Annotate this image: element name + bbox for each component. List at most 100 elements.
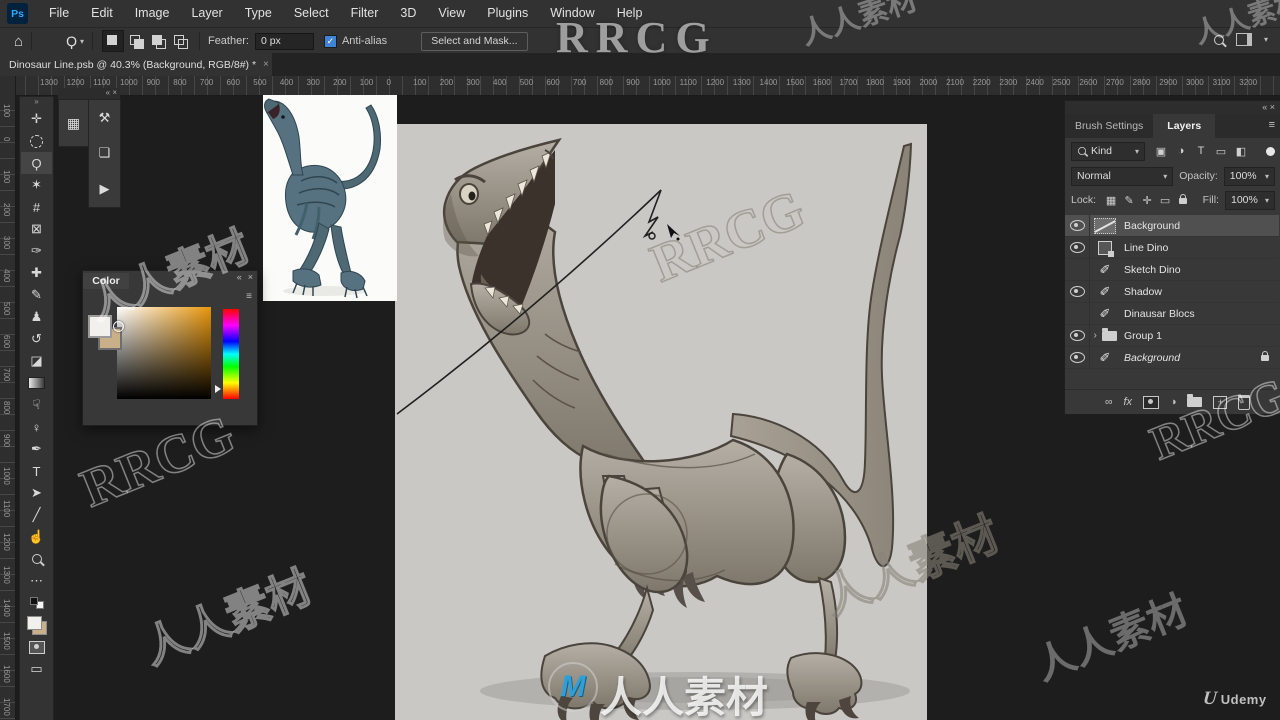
magic-wand-tool[interactable]: ✶ [21, 174, 52, 196]
visibility-toggle[interactable] [1065, 215, 1090, 236]
add-selection-button[interactable] [126, 31, 146, 51]
close-icon[interactable]: × [248, 272, 253, 282]
hand-tool[interactable]: ☝ [21, 526, 52, 548]
menu-help[interactable]: Help [606, 0, 654, 27]
default-swatches[interactable] [21, 592, 52, 614]
foreground-color-swatch[interactable] [88, 315, 112, 338]
visibility-toggle[interactable] [1065, 347, 1090, 368]
color-picker-ring[interactable] [113, 321, 124, 332]
history-panel-icon[interactable]: ❏ [99, 145, 111, 161]
actions-panel-icon[interactable]: ▶ [100, 181, 110, 197]
path-selection-tool[interactable]: ➤ [21, 482, 52, 504]
layer-thumbnail[interactable]: ✐ [1090, 284, 1120, 300]
saturation-brightness-field[interactable] [117, 307, 211, 399]
filter-adjustment-layers-icon[interactable]: ◑ [1171, 145, 1191, 158]
zoom-tool[interactable] [21, 548, 52, 570]
eyedropper-tool[interactable]: ✑ [21, 240, 52, 262]
tab-brush-settings[interactable]: Brush Settings [1065, 114, 1153, 138]
opacity-dropdown[interactable]: 100% ▾ [1223, 166, 1275, 186]
screen-mode[interactable]: ▭ [21, 658, 52, 680]
hue-slider[interactable] [223, 309, 239, 399]
panel-header-controls[interactable]: « × [1065, 101, 1280, 114]
filter-toggle-icon[interactable] [1266, 146, 1275, 156]
layer-row-line-dino[interactable]: Line Dino [1065, 237, 1279, 259]
layer-thumbnail[interactable]: ✐ [1090, 350, 1120, 366]
feather-input[interactable]: 0 px [254, 32, 314, 50]
move-tool[interactable]: ✛ [21, 108, 52, 130]
menu-edit[interactable]: Edit [80, 0, 124, 27]
ruler-vertical[interactable]: 100 0 100 200 300 400 500 600 700 800 900 1000 1100 1… [0, 95, 16, 720]
history-brush-tool[interactable]: ↺ [21, 328, 52, 350]
healing-brush-tool[interactable]: ✚ [21, 262, 52, 284]
brush-tool[interactable]: ✎ [21, 284, 52, 306]
lock-artboard-icon[interactable]: ▭ [1156, 194, 1174, 207]
swatches-panel-icon[interactable]: ▦ [58, 99, 89, 147]
layer-thumbnail[interactable]: ✐ [1090, 306, 1120, 322]
filter-type-layers-icon[interactable]: T [1191, 145, 1211, 158]
tab-color[interactable]: Color [83, 273, 129, 289]
menu-file[interactable]: File [38, 0, 80, 27]
line-tool[interactable]: ╱ [21, 504, 52, 526]
lasso-tool[interactable]: Ϙ [21, 152, 52, 174]
edit-toolbar[interactable]: ⋯ [21, 570, 52, 592]
fill-dropdown[interactable]: 100% ▾ [1225, 190, 1275, 210]
document-tab[interactable]: Dinosaur Line.psb @ 40.3% (Background, R… [0, 53, 272, 76]
layer-row-sketch-dino[interactable]: ✐ Sketch Dino [1065, 259, 1279, 281]
search-icon[interactable] [1213, 34, 1224, 45]
lasso-tool-preset[interactable]: Ϙ ▾ [66, 33, 84, 49]
ruler-horizontal[interactable]: 1300 1200 1100 1000 900 800 700 600 500 400 300 200… [0, 76, 1280, 96]
kind-filter-dropdown[interactable]: Kind ▾ [1071, 141, 1145, 161]
tab-layers[interactable]: Layers [1153, 114, 1216, 138]
panel-header[interactable]: « × [58, 88, 120, 99]
visibility-toggle[interactable] [1065, 237, 1090, 258]
layer-thumbnail[interactable]: ✐ [1090, 262, 1120, 278]
menu-layer[interactable]: Layer [180, 0, 233, 27]
canvas[interactable] [395, 124, 927, 720]
menu-window[interactable]: Window [539, 0, 605, 27]
menu-plugins[interactable]: Plugins [476, 0, 539, 27]
lock-pixels-icon[interactable]: ✎ [1120, 194, 1138, 207]
add-mask-icon[interactable] [1143, 395, 1160, 409]
new-layer-icon[interactable]: + [1213, 395, 1228, 409]
type-tool[interactable]: T [21, 460, 52, 482]
filter-smart-objects-icon[interactable]: ◧ [1231, 145, 1251, 158]
marquee-tool[interactable] [21, 130, 52, 152]
layer-row-background[interactable]: ✐ Background [1065, 347, 1279, 369]
expand-arrow-icon[interactable]: › [1094, 330, 1102, 341]
color-swatches[interactable] [21, 614, 52, 636]
panel-menu-icon[interactable]: ≡ [1269, 119, 1275, 131]
smudge-tool[interactable]: ☟ [21, 394, 52, 416]
filter-pixel-layers-icon[interactable]: ▣ [1151, 145, 1171, 158]
quick-mask-mode[interactable] [21, 636, 52, 658]
new-selection-button[interactable] [101, 30, 124, 52]
menu-type[interactable]: Type [234, 0, 283, 27]
visibility-toggle[interactable] [1065, 259, 1090, 280]
filter-shape-layers-icon[interactable]: ▭ [1211, 145, 1231, 158]
dodge-tool[interactable]: ♀ [21, 416, 52, 438]
visibility-toggle[interactable] [1065, 281, 1090, 302]
collapse-icon[interactable]: « [237, 272, 242, 282]
panel-menu-icon[interactable]: ≡ [246, 291, 252, 302]
gradient-tool[interactable] [21, 372, 52, 394]
anti-alias-checkbox[interactable]: ✓ [323, 34, 337, 48]
lock-position-icon[interactable]: ✛ [1138, 194, 1156, 207]
menu-image[interactable]: Image [124, 0, 181, 27]
workspace-icon[interactable] [1235, 33, 1252, 46]
visibility-toggle[interactable] [1065, 325, 1090, 346]
menu-3d[interactable]: 3D [389, 0, 427, 27]
select-and-mask-button[interactable]: Select and Mask... [421, 31, 528, 51]
frame-tool[interactable]: ⊠ [21, 218, 52, 240]
close-icon[interactable]: × [263, 59, 269, 70]
menu-filter[interactable]: Filter [340, 0, 390, 27]
menu-select[interactable]: Select [283, 0, 340, 27]
delete-layer-icon[interactable] [1238, 394, 1251, 410]
pen-tool[interactable]: ✒ [21, 438, 52, 460]
layer-row-background[interactable]: Background [1065, 215, 1279, 237]
toolbar-collapse[interactable]: » [20, 97, 53, 108]
menu-view[interactable]: View [427, 0, 476, 27]
layer-thumbnail[interactable]: › [1090, 327, 1120, 341]
visibility-toggle[interactable] [1065, 303, 1090, 324]
clone-stamp-tool[interactable]: ♟ [21, 306, 52, 328]
eraser-tool[interactable]: ◪ [21, 350, 52, 372]
layer-effects-icon[interactable]: fx [1124, 396, 1133, 408]
